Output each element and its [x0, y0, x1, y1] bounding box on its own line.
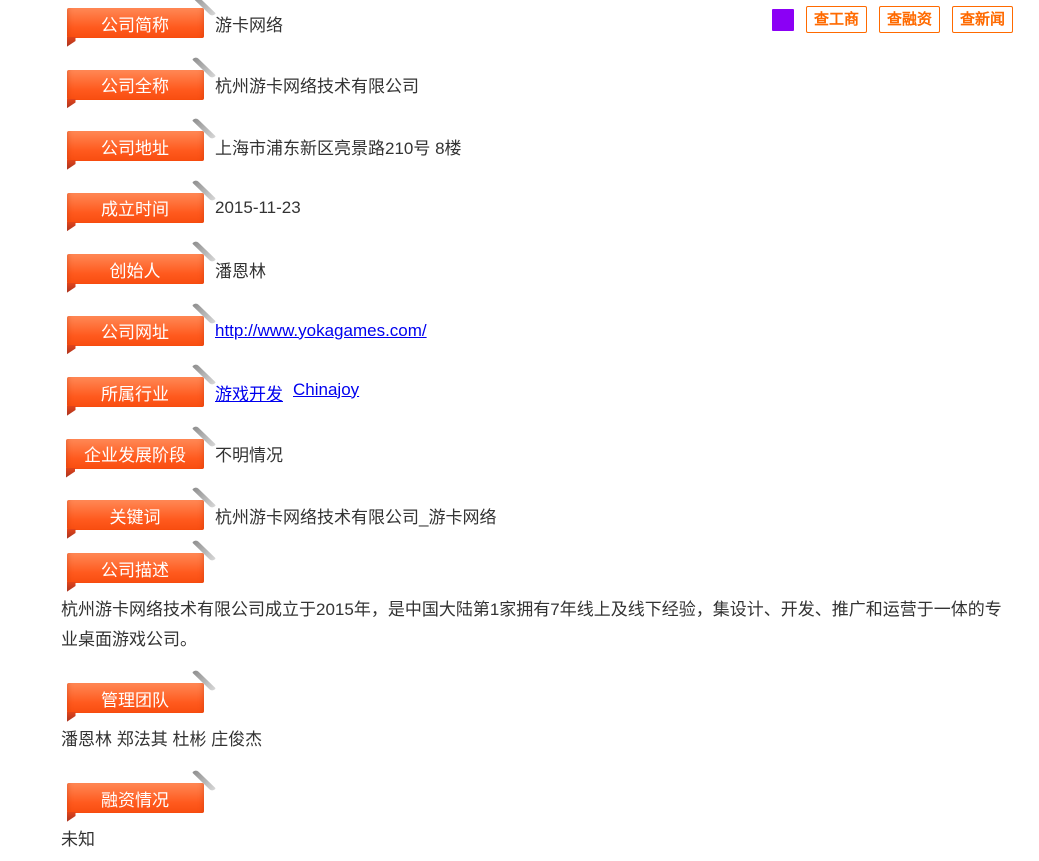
- ribbon-label-founder: 创始人: [67, 254, 204, 284]
- field-row-industry: 所属行业 游戏开发 Chinajoy: [55, 377, 1015, 407]
- ribbon-label-full-name: 公司全称: [67, 70, 204, 100]
- field-row-keywords: 关键词 杭州游卡网络技术有限公司_游卡网络: [55, 500, 1015, 530]
- field-value-development-stage: 不明情况: [215, 441, 283, 466]
- section-financing-status: 融资情况 未知: [55, 783, 1015, 855]
- label-column: 管理团队: [55, 683, 215, 713]
- field-value-keywords: 杭州游卡网络技术有限公司_游卡网络: [215, 503, 496, 528]
- field-label: 关键词: [110, 503, 161, 528]
- ribbon-label-short-name: 公司简称: [67, 8, 204, 38]
- label-column: 公司描述: [55, 553, 215, 583]
- section-company-description: 公司描述 杭州游卡网络技术有限公司成立于2015年，是中国大陆第1家拥有7年线上…: [55, 553, 1015, 655]
- section-head: 公司描述: [55, 553, 1015, 583]
- label-column: 公司地址: [55, 131, 215, 161]
- ribbon-label-company-description: 公司描述: [67, 553, 204, 583]
- field-value-founder: 潘恩林: [215, 257, 266, 282]
- label-column: 公司全称: [55, 70, 215, 100]
- label-column: 融资情况: [55, 783, 215, 813]
- ribbon-label-development-stage: 企业发展阶段: [66, 439, 204, 469]
- field-label: 所属行业: [101, 380, 169, 405]
- management-team-text: 潘恩林 郑法其 杜彬 庄俊杰: [61, 725, 1013, 755]
- label-column: 公司简称: [55, 8, 215, 38]
- section-head: 融资情况: [55, 783, 1015, 813]
- section-management-team: 管理团队 潘恩林 郑法其 杜彬 庄俊杰: [55, 683, 1015, 755]
- company-description-text: 杭州游卡网络技术有限公司成立于2015年，是中国大陆第1家拥有7年线上及线下经验…: [61, 595, 1013, 655]
- ribbon-label-website: 公司网址: [67, 316, 204, 346]
- field-row-development-stage: 企业发展阶段 不明情况: [55, 439, 1015, 469]
- industry-link-game-dev[interactable]: 游戏开发: [215, 380, 283, 405]
- field-value-address: 上海市浦东新区亮景路210号 8楼: [215, 134, 462, 159]
- field-value-founded-date: 2015-11-23: [215, 198, 301, 218]
- website-link[interactable]: http://www.yokagames.com/: [215, 321, 427, 341]
- section-head: 管理团队: [55, 683, 1015, 713]
- label-column: 创始人: [55, 254, 215, 284]
- field-label: 公司全称: [101, 72, 169, 97]
- field-label: 公司简称: [101, 11, 169, 36]
- field-label: 企业发展阶段: [84, 441, 186, 466]
- ribbon-label-founded-date: 成立时间: [67, 193, 204, 223]
- check-news-button[interactable]: 查新闻: [952, 6, 1013, 33]
- label-column: 关键词: [55, 500, 215, 530]
- check-business-registration-button[interactable]: 查工商: [806, 6, 867, 33]
- ribbon-label-financing-status: 融资情况: [67, 783, 204, 813]
- toolbar: 查工商 查融资 查新闻: [772, 6, 1013, 33]
- field-label: 公司地址: [101, 134, 169, 159]
- field-value-full-name: 杭州游卡网络技术有限公司: [215, 72, 419, 97]
- field-label: 成立时间: [101, 195, 169, 220]
- industry-links: 游戏开发 Chinajoy: [215, 380, 359, 405]
- ribbon-label-industry: 所属行业: [67, 377, 204, 407]
- ribbon-label-keywords: 关键词: [67, 500, 204, 530]
- field-row-founder: 创始人 潘恩林: [55, 254, 1015, 284]
- color-swatch: [772, 9, 794, 31]
- ribbon-label-address: 公司地址: [67, 131, 204, 161]
- section-label: 公司描述: [101, 556, 169, 581]
- label-column: 公司网址: [55, 316, 215, 346]
- field-label: 公司网址: [101, 318, 169, 343]
- industry-link-chinajoy[interactable]: Chinajoy: [293, 380, 359, 405]
- field-row-full-name: 公司全称 杭州游卡网络技术有限公司: [55, 70, 1015, 100]
- check-financing-button[interactable]: 查融资: [879, 6, 940, 33]
- field-row-address: 公司地址 上海市浦东新区亮景路210号 8楼: [55, 131, 1015, 161]
- section-label: 管理团队: [101, 686, 169, 711]
- label-column: 成立时间: [55, 193, 215, 223]
- field-row-website: 公司网址 http://www.yokagames.com/: [55, 316, 1015, 346]
- field-value-short-name: 游卡网络: [215, 11, 283, 36]
- company-profile: 公司简称 游卡网络 公司全称 杭州游卡网络技术有限公司 公司地址 上海市浦东新区…: [55, 8, 1015, 855]
- field-row-founded-date: 成立时间 2015-11-23: [55, 193, 1015, 223]
- label-column: 企业发展阶段: [55, 439, 215, 469]
- field-label: 创始人: [110, 257, 161, 282]
- section-label: 融资情况: [101, 786, 169, 811]
- ribbon-label-management-team: 管理团队: [67, 683, 204, 713]
- label-column: 所属行业: [55, 377, 215, 407]
- financing-status-text: 未知: [61, 825, 1013, 855]
